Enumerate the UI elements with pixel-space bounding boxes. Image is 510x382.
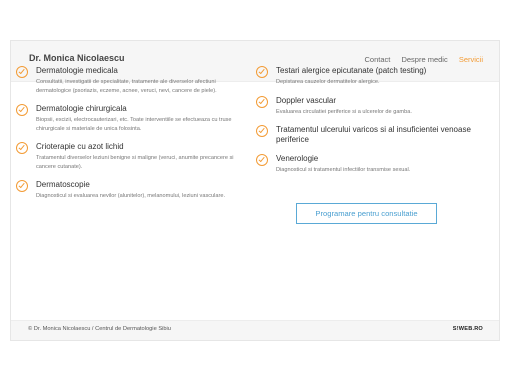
service-item: Dermatoscopie Diagnosticul si evaluarea …: [16, 180, 246, 201]
service-description: Depistarea cauzelor dermatitelor alergic…: [276, 79, 380, 85]
service-title: Tratamentul ulcerului varicos si al insu…: [276, 125, 471, 144]
service-title: Dermatologie chirurgicala: [36, 104, 127, 113]
check-circle-icon: [16, 180, 28, 192]
service-description: Consultatii, investigatii de specialitat…: [36, 79, 217, 94]
check-circle-icon: [256, 95, 268, 108]
main-nav: Contact Despre medic Servicii: [356, 55, 484, 64]
check-circle-icon: [16, 104, 28, 116]
service-item: Venerologie Diagnosticul si tratamentul …: [256, 154, 480, 175]
service-title: Dermatologie medicala: [36, 66, 118, 75]
service-item: Dermatologie chirurgicala Biopsii, exciz…: [16, 104, 246, 133]
service-item: Dermatologie medicala Consultatii, inves…: [16, 66, 246, 95]
service-item: Tratamentul ulcerului varicos si al insu…: [256, 125, 480, 145]
check-circle-icon: [256, 66, 268, 78]
appointment-button[interactable]: Programare pentru consultatie: [296, 203, 437, 224]
service-description: Evaluarea circulatiei periferice si a ul…: [276, 108, 412, 115]
service-title: Testari alergice epicutanate (patch test…: [276, 66, 427, 75]
check-circle-icon: [256, 154, 268, 166]
service-description: Tratamentul diverselor leziuni benigne s…: [36, 155, 234, 170]
services-right-column: Testari alergice epicutanate (patch test…: [256, 66, 480, 184]
services-left-column: Dermatologie medicala Consultatii, inves…: [16, 66, 246, 210]
check-circle-icon: [16, 142, 28, 154]
service-description: Diagnosticul si tratamentul infectiilor …: [276, 167, 411, 173]
service-item: Testari alergice epicutanate (patch test…: [256, 66, 480, 87]
service-title: Venerologie: [276, 154, 319, 163]
footer-logo[interactable]: S!WEB.RO: [453, 326, 483, 332]
service-title: Dermatoscopie: [36, 180, 90, 189]
nav-despre-medic[interactable]: Despre medic: [401, 55, 447, 64]
service-description: Biopsii, excizii, electrocauterizari, et…: [36, 117, 232, 132]
nav-contact[interactable]: Contact: [365, 55, 391, 64]
check-circle-icon: [256, 125, 268, 137]
service-title: Doppler vascular: [276, 95, 337, 105]
service-item: Crioterapie cu azot lichid Tratamentul d…: [16, 142, 246, 171]
nav-servicii[interactable]: Servicii: [459, 55, 483, 64]
site-footer: © Dr. Monica Nicolaescu / Centrul de Der…: [11, 320, 499, 340]
check-circle-icon: [16, 66, 28, 78]
service-item: Doppler vascular Evaluarea circulatiei p…: [256, 95, 480, 117]
site-brand[interactable]: Dr. Monica Nicolaescu: [29, 53, 125, 63]
footer-copyright: © Dr. Monica Nicolaescu / Centrul de Der…: [28, 326, 171, 332]
service-description: Diagnosticul si evaluarea nevilor (aluni…: [36, 193, 226, 199]
service-title: Crioterapie cu azot lichid: [36, 142, 124, 151]
